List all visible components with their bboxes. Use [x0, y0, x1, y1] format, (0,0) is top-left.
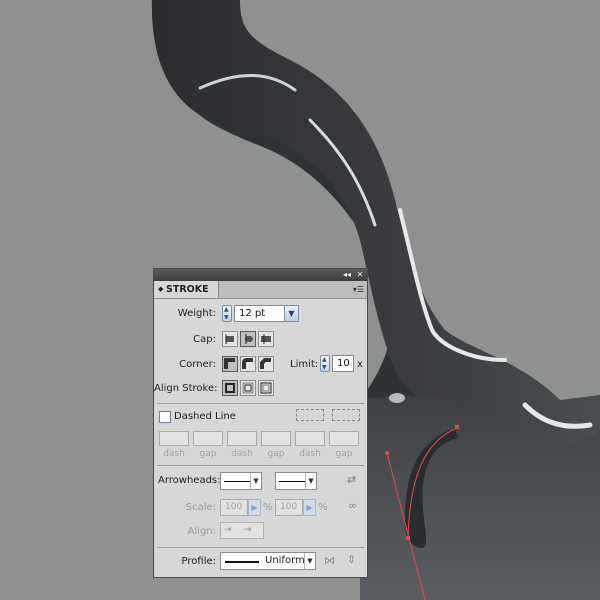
weight-label: Weight: — [177, 308, 216, 319]
link-icon[interactable]: ∞ — [348, 499, 357, 512]
arrow-align-group: ⇥ ⇥ — [220, 522, 264, 539]
panel-title-bar[interactable]: ◂◂ ✕ — [154, 269, 367, 281]
align-label: Align: — [187, 526, 216, 537]
cap-label: Cap: — [193, 334, 216, 345]
align-outside-icon[interactable] — [258, 380, 274, 396]
chevron-down-icon[interactable]: ▼ — [304, 553, 315, 569]
close-icon[interactable]: ✕ — [354, 269, 366, 281]
tab-stroke[interactable]: ◆ STROKE — [154, 281, 219, 298]
dash-input-2[interactable] — [227, 431, 257, 446]
chevron-down-icon[interactable]: ▼ — [322, 364, 327, 371]
limit-label: Limit: — [290, 359, 319, 370]
round-cap-icon[interactable] — [240, 331, 256, 347]
arrow-tip-at-end-icon[interactable]: ⇥ — [244, 523, 252, 538]
align-dash-corners-icon[interactable] — [332, 409, 360, 421]
chevron-down-icon[interactable]: ▼ — [250, 473, 261, 489]
round-join-icon[interactable] — [240, 356, 256, 372]
gap-label: gap — [267, 449, 285, 459]
scale-end-unit: % — [318, 502, 328, 513]
dash-input-3[interactable] — [295, 431, 325, 446]
gap-label: gap — [335, 449, 353, 459]
miter-join-icon[interactable] — [222, 356, 238, 372]
chevron-down-icon[interactable]: ▼ — [224, 314, 229, 321]
flip-vertical-icon[interactable]: ⇕ — [347, 553, 356, 566]
swap-arrows-icon[interactable]: ⇄ — [347, 473, 356, 486]
panel-menu-icon[interactable]: ▾☰ — [353, 281, 364, 298]
divider — [157, 547, 364, 548]
scale-start-input[interactable]: 100 — [220, 499, 248, 516]
limit-input[interactable]: 10 — [332, 355, 354, 372]
chevron-up-icon[interactable]: ▲ — [322, 356, 327, 363]
align-inside-icon[interactable] — [240, 380, 256, 396]
gap-input-2[interactable] — [261, 431, 291, 446]
tab-stroke-label: STROKE — [166, 284, 209, 295]
chevron-up-icon[interactable]: ▲ — [224, 306, 229, 313]
profile-value: Uniform — [265, 555, 305, 566]
double-left-arrow-icon[interactable]: ◂◂ — [341, 269, 353, 281]
dash-label: dash — [231, 449, 253, 459]
uniform-line-icon — [225, 561, 259, 563]
divider — [157, 403, 364, 404]
butt-cap-icon[interactable] — [222, 331, 238, 347]
flip-horizontal-icon[interactable]: ⋈ — [324, 554, 335, 567]
gap-input-1[interactable] — [193, 431, 223, 446]
profile-label: Profile: — [181, 556, 216, 567]
limit-unit: x — [357, 359, 363, 370]
scale-end-arrow-icon[interactable]: ▶ — [303, 499, 316, 516]
weight-stepper[interactable]: ▲ ▼ — [222, 305, 232, 322]
gap-input-3[interactable] — [329, 431, 359, 446]
dash-label: dash — [299, 449, 321, 459]
highlight-spot — [389, 393, 405, 403]
dashed-line-checkbox[interactable] — [159, 411, 171, 423]
dashed-line-label: Dashed Line — [174, 411, 236, 422]
end-arrowhead-select[interactable]: ▼ — [275, 472, 317, 490]
scale-start-unit: % — [263, 502, 273, 513]
align-stroke-label: Align Stroke: — [154, 383, 218, 394]
anchor-point[interactable] — [455, 425, 459, 429]
dash-label: dash — [163, 449, 185, 459]
arrow-tip-beyond-icon[interactable]: ⇥ — [224, 523, 232, 538]
chevron-down-icon[interactable]: ▼ — [305, 473, 316, 489]
align-center-icon[interactable] — [222, 380, 238, 396]
bevel-join-icon[interactable] — [258, 356, 274, 372]
weight-dropdown-button[interactable]: ▼ — [284, 305, 299, 322]
expand-options-icon[interactable]: ◆ — [158, 281, 163, 298]
dash-input-1[interactable] — [159, 431, 189, 446]
gap-label: gap — [199, 449, 217, 459]
panel-tab-row: ◆ STROKE ▾☰ — [154, 281, 367, 299]
limit-stepper[interactable]: ▲ ▼ — [320, 355, 330, 372]
start-arrowhead-select[interactable]: ▼ — [220, 472, 262, 490]
weight-input[interactable]: 12 pt — [234, 305, 286, 322]
arrowheads-label: Arrowheads: — [158, 475, 221, 486]
anchor-point[interactable] — [406, 536, 410, 540]
stroke-panel: ◂◂ ✕ ◆ STROKE ▾☰ Weight: ▲ ▼ 12 pt ▼ Cap… — [153, 268, 368, 578]
scale-end-input[interactable]: 100 — [275, 499, 303, 516]
corner-label: Corner: — [179, 359, 216, 370]
scale-label: Scale: — [185, 502, 216, 513]
handle-point[interactable] — [385, 451, 389, 455]
profile-select[interactable]: Uniform ▼ — [220, 552, 316, 570]
scale-start-arrow-icon[interactable]: ▶ — [248, 499, 261, 516]
projecting-cap-icon[interactable] — [258, 331, 274, 347]
divider — [157, 465, 364, 466]
preserve-dash-icon[interactable] — [296, 409, 324, 421]
